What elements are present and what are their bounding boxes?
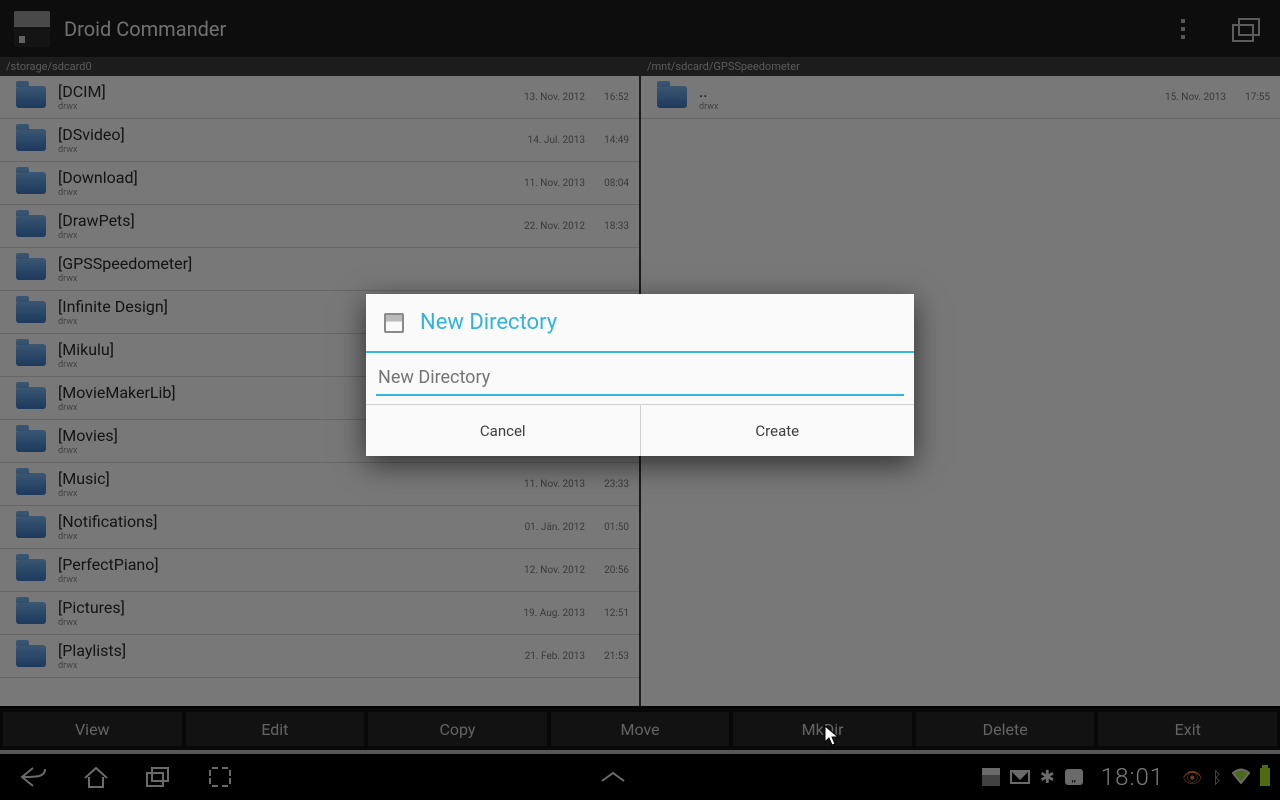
dialog-title: New Directory — [420, 310, 557, 335]
new-directory-dialog: New Directory Cancel Create — [366, 294, 914, 456]
create-button[interactable]: Create — [641, 405, 915, 456]
directory-name-input[interactable] — [376, 363, 904, 396]
save-icon — [384, 313, 404, 333]
cancel-button[interactable]: Cancel — [366, 405, 640, 456]
